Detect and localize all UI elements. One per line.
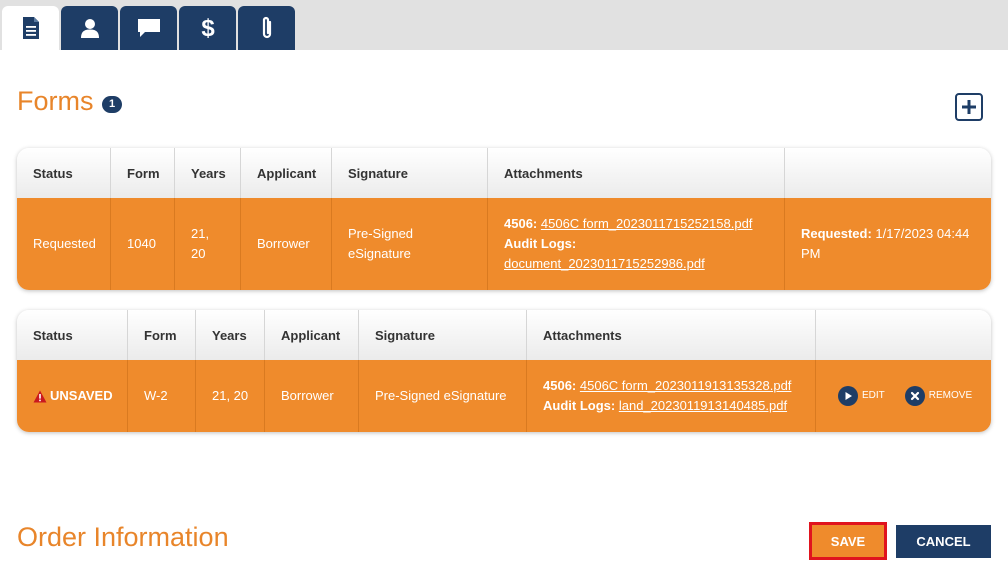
signature-line-2: eSignature [348,246,411,261]
attachments-cell: 4506: 4506C form_2023011913135328.pdf Au… [527,360,816,432]
form-table-unsaved: Status Form Years Applicant Signature At… [17,310,991,432]
header-form: Form [128,310,196,360]
status-cell: Requested [17,198,111,290]
tab-messages[interactable] [120,6,177,50]
chat-icon [137,19,160,37]
edit-label: EDIT [862,390,885,401]
header-years: Years [175,148,241,198]
attachment-link-4506[interactable]: 4506C form_2023011715252158.pdf [541,216,753,231]
signature-cell: Pre-Signed eSignature [332,198,488,290]
status-text: UNSAVED [50,388,113,403]
table-row[interactable]: UNSAVED W-2 21, 20 Borrower Pre-Signed e… [17,360,991,432]
years-line-2: 20 [191,246,206,261]
form-table-requested: Status Form Years Applicant Signature At… [17,148,991,290]
signature-line-1: Pre-Signed [348,226,414,241]
header-years: Years [196,310,265,360]
forms-count-badge: 1 [102,96,122,113]
requested-date: 1/17/2023 04:44 [875,226,970,241]
header-form: Form [111,148,175,198]
attachment-link-audit[interactable]: land_2023011913140485.pdf [619,398,787,413]
header-signature: Signature [332,148,488,198]
table-row[interactable]: Requested 1040 21, 20 Borrower Pre-Signe… [17,198,991,290]
cancel-button[interactable]: CANCEL [896,525,991,558]
close-icon [904,386,925,406]
header-blank [816,310,991,360]
years-cell: 21, 20 [175,198,241,290]
tab-bar: $ [0,0,1008,50]
header-attachments: Attachments [488,148,785,198]
plus-square-icon [962,100,976,114]
status-cell: UNSAVED [17,360,128,432]
user-icon [80,19,99,38]
table-header-row: Status Form Years Applicant Signature At… [17,148,991,198]
attachment-link-4506[interactable]: 4506C form_2023011913135328.pdf [580,378,792,393]
tab-fees[interactable]: $ [179,6,236,50]
tab-borrower[interactable] [61,6,118,50]
requested-cell: Requested: 1/17/2023 04:44 PM [785,198,991,290]
svg-text:$: $ [201,15,215,41]
remove-button[interactable]: REMOVE [904,386,973,406]
form-cell: 1040 [111,198,175,290]
attachment-link-audit[interactable]: document_2023011715252986.pdf [504,256,705,271]
requested-label: Requested: [801,226,872,241]
applicant-cell: Borrower [241,198,332,290]
save-button[interactable]: SAVE [809,522,887,560]
tab-documents[interactable] [2,6,59,50]
signature-cell: Pre-Signed eSignature [359,360,527,432]
attachment-label-4506: 4506: [504,216,538,231]
header-applicant: Applicant [241,148,332,198]
attachment-label-4506: 4506: [543,378,577,393]
applicant-cell: Borrower [265,360,359,432]
header-signature: Signature [359,310,527,360]
play-icon [838,386,858,406]
years-cell: 21, 20 [196,360,265,432]
order-information-title: Order Information [17,522,229,552]
add-form-button[interactable] [955,93,983,121]
header-attachments: Attachments [527,310,816,360]
header-status: Status [17,148,111,198]
attachments-cell: 4506: 4506C form_2023011715252158.pdf Au… [488,198,785,290]
header-applicant: Applicant [265,310,359,360]
remove-label: REMOVE [928,390,973,401]
dollar-icon: $ [201,15,215,41]
form-cell: W-2 [128,360,196,432]
forms-title: Forms [17,86,94,116]
document-icon [22,17,39,39]
years-line-1: 21, [191,226,210,241]
edit-button[interactable]: EDIT [838,386,885,406]
tab-attachments[interactable] [238,6,295,50]
paperclip-icon [262,16,271,39]
attachment-label-audit: Audit Logs: [543,398,616,413]
header-blank [785,148,991,198]
attachment-label-audit: Audit Logs: [504,236,577,251]
table-header-row: Status Form Years Applicant Signature At… [17,310,991,360]
actions-cell: EDIT REMOVE [816,360,991,432]
header-status: Status [17,310,128,360]
requested-time: PM [801,246,821,261]
warning-icon [33,390,47,402]
